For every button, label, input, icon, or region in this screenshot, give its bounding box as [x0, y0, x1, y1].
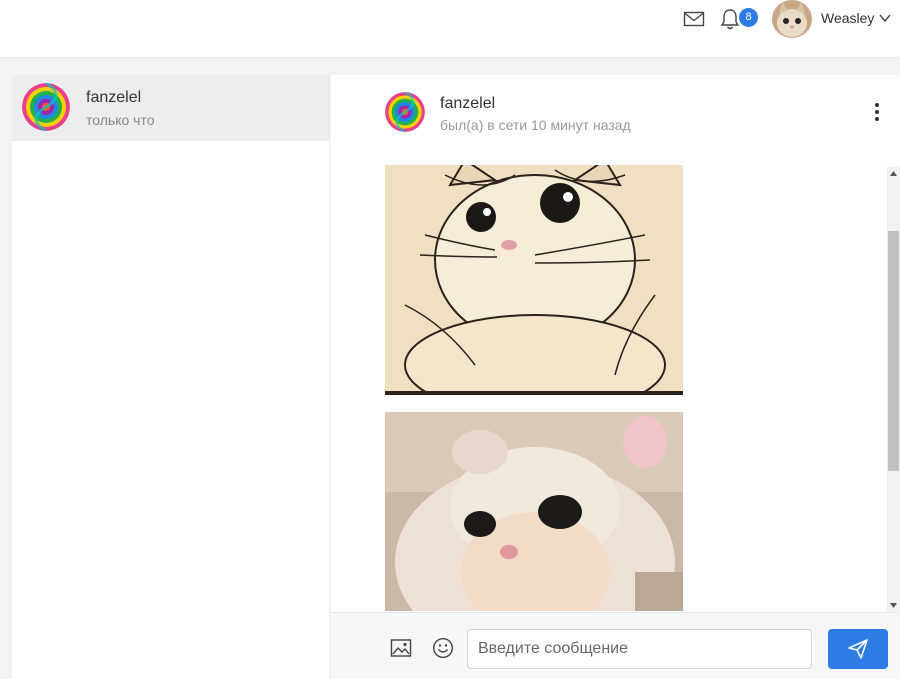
top-bar: 8 Weasley: [0, 0, 900, 58]
emoji-icon[interactable]: [432, 637, 454, 659]
chat-contact-name[interactable]: fanzelel: [440, 95, 495, 113]
attach-image-icon[interactable]: [390, 638, 412, 658]
dialog-item[interactable]: fanzelel только что: [12, 75, 330, 141]
mail-icon[interactable]: [683, 10, 705, 28]
send-button[interactable]: [828, 629, 888, 669]
notification-badge[interactable]: 8: [739, 8, 758, 27]
user-avatar[interactable]: [772, 0, 812, 38]
dialog-name: fanzelel: [86, 89, 142, 106]
send-icon: [848, 639, 868, 659]
more-options-icon[interactable]: [871, 101, 883, 123]
bell-icon[interactable]: [719, 7, 741, 31]
chat-contact-status: был(а) в сети 10 минут назад: [440, 117, 631, 133]
messages-area: [331, 165, 888, 611]
scroll-down-arrow[interactable]: [890, 603, 897, 608]
dialog-time: только что: [86, 112, 155, 128]
message-image[interactable]: [385, 165, 683, 395]
message-image[interactable]: [385, 412, 683, 611]
chat-avatar[interactable]: [385, 92, 425, 132]
chevron-down-icon[interactable]: [878, 11, 892, 25]
dialogs-sidebar: fanzelel только что: [12, 75, 330, 679]
scroll-up-arrow[interactable]: [890, 171, 897, 176]
message-composer: [331, 612, 900, 679]
message-input[interactable]: [467, 629, 812, 669]
dialog-avatar: [22, 83, 70, 131]
scrollbar-thumb[interactable]: [888, 231, 899, 471]
username[interactable]: Weasley: [821, 10, 874, 26]
messages-scrollbar[interactable]: [887, 167, 900, 612]
chat-panel: fanzelel был(а) в сети 10 минут назад: [331, 75, 900, 679]
